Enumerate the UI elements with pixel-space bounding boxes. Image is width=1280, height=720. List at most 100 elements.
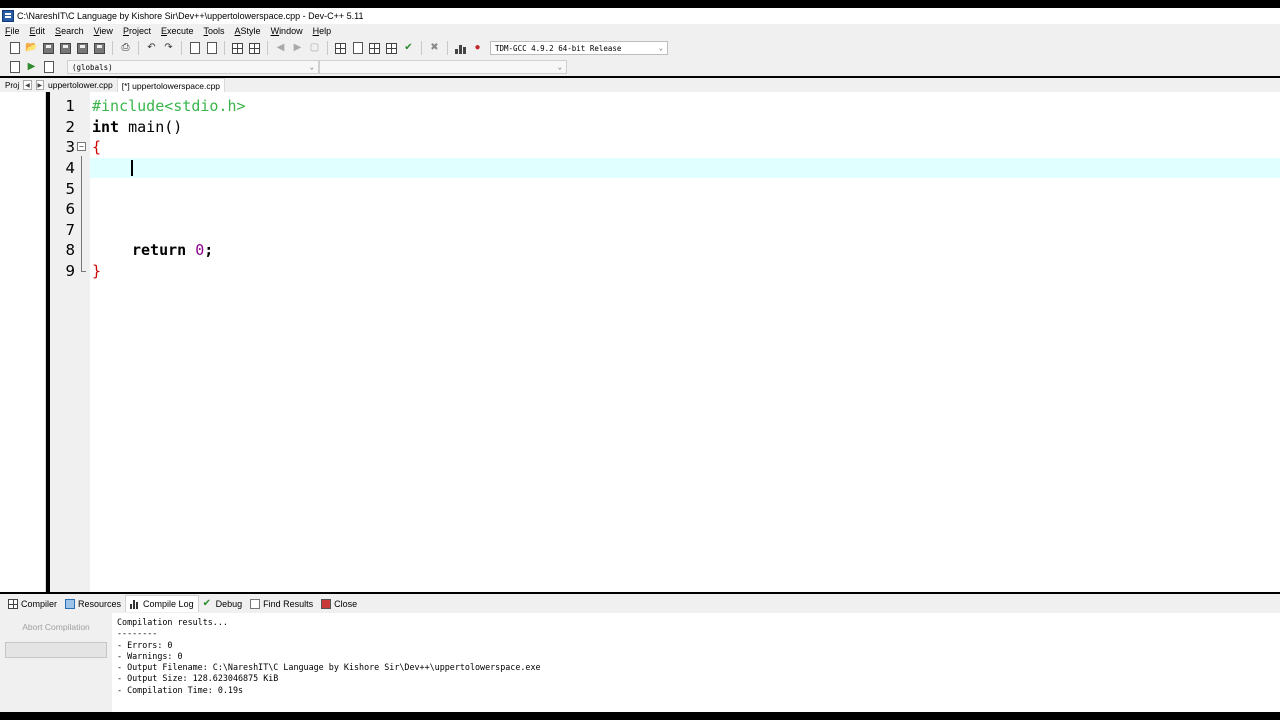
- redo-icon[interactable]: ↷: [162, 41, 176, 55]
- code-text: {: [92, 138, 102, 157]
- code-line[interactable]: 7: [50, 220, 1280, 241]
- tab-compiler[interactable]: Compiler: [4, 595, 61, 612]
- abort-compilation-button[interactable]: Abort Compilation: [5, 619, 107, 635]
- goto-bookmark-icon[interactable]: [42, 60, 56, 74]
- semicolon: ;: [204, 241, 214, 260]
- menu-search[interactable]: Search: [50, 26, 89, 36]
- file-tab-uppertolower[interactable]: uppertolower.cpp: [44, 78, 117, 92]
- code-text: #include<stdio.h>: [92, 97, 246, 116]
- line-number: 2: [65, 117, 75, 136]
- bookmark-icon[interactable]: ▢: [308, 41, 322, 55]
- code-editor[interactable]: 1 #include<stdio.h> 2 int main() 3 − { 4…: [50, 92, 1280, 592]
- close-file-icon[interactable]: [76, 41, 90, 55]
- tab-resources[interactable]: Resources: [61, 595, 125, 612]
- open-file-icon[interactable]: 📂: [25, 41, 39, 55]
- tab-close[interactable]: Close: [317, 595, 361, 612]
- goto-back-icon[interactable]: ◀: [274, 41, 288, 55]
- function-dropdown[interactable]: ⌄: [319, 60, 567, 74]
- code-line[interactable]: 6: [50, 199, 1280, 220]
- unindent-icon[interactable]: [248, 41, 262, 55]
- new-file-icon[interactable]: [8, 41, 22, 55]
- indent-icon[interactable]: [231, 41, 245, 55]
- project-panel[interactable]: [0, 92, 46, 592]
- toolbar-separator: [224, 41, 225, 55]
- run-icon[interactable]: [351, 41, 365, 55]
- menu-label: ile: [10, 26, 20, 36]
- goto-forward-icon[interactable]: ▶: [291, 41, 305, 55]
- code-line[interactable]: 1 #include<stdio.h>: [50, 96, 1280, 117]
- insert-icon[interactable]: [8, 60, 22, 74]
- chevron-down-icon: ⌄: [658, 44, 663, 52]
- stop-execution-icon[interactable]: ✖: [428, 41, 442, 55]
- menu-label: ools: [208, 26, 225, 36]
- resources-icon: [65, 598, 76, 609]
- menu-project[interactable]: Project: [118, 26, 156, 36]
- menu-astyle[interactable]: AStyle: [230, 26, 266, 36]
- toolbar-separator: [112, 41, 113, 55]
- close-all-icon[interactable]: [93, 41, 107, 55]
- code-line[interactable]: 8 return 0;: [50, 240, 1280, 261]
- line-number: 8: [65, 241, 75, 260]
- compiler-set-dropdown[interactable]: TDM-GCC 4.9.2 64-bit Release ⌄: [490, 41, 668, 55]
- syntax-check-icon[interactable]: ✔: [402, 41, 416, 55]
- code-line[interactable]: 2 int main(): [50, 117, 1280, 138]
- code-line[interactable]: 3 − {: [50, 137, 1280, 158]
- menu-edit[interactable]: Edit: [25, 26, 51, 36]
- save-all-icon[interactable]: [59, 41, 73, 55]
- tab-compile-log[interactable]: Compile Log: [125, 595, 199, 612]
- menu-label: xecute: [166, 26, 194, 36]
- scope-dropdown[interactable]: (globals) ⌄: [67, 60, 319, 74]
- profile-icon[interactable]: [454, 41, 468, 55]
- tab-find-results[interactable]: Find Results: [246, 595, 317, 612]
- scroll-right-icon[interactable]: ▶: [35, 80, 44, 90]
- scroll-left-icon[interactable]: ◀: [23, 80, 32, 90]
- find-icon[interactable]: [188, 41, 202, 55]
- menu-window[interactable]: Window: [266, 26, 308, 36]
- line-number: 1: [65, 97, 75, 116]
- bottom-tabs: Compiler Resources Compile Log ✔ Debug Fi…: [0, 594, 1280, 613]
- code-text: main(): [119, 117, 183, 136]
- undo-icon[interactable]: ↶: [145, 41, 159, 55]
- line-number: 3: [65, 138, 75, 157]
- number-literal: 0: [195, 241, 205, 260]
- current-line-highlight: [90, 157, 1280, 179]
- toggle-bookmark-icon[interactable]: ▶: [25, 60, 39, 74]
- code-line[interactable]: 5: [50, 178, 1280, 199]
- delete-profile-icon[interactable]: ●: [471, 41, 485, 55]
- replace-icon[interactable]: [205, 41, 219, 55]
- find-results-icon: [250, 598, 261, 609]
- compile-run-icon[interactable]: [368, 41, 382, 55]
- tab-debug[interactable]: ✔ Debug: [199, 595, 247, 612]
- code-line-current[interactable]: 4: [50, 157, 1280, 179]
- menu-file[interactable]: File: [0, 26, 25, 36]
- keyword: return: [132, 241, 187, 260]
- code-line[interactable]: 9 }: [50, 261, 1280, 282]
- log-line: - Compilation Time: 0.19s: [117, 684, 244, 695]
- menu-label: elp: [319, 26, 332, 36]
- fold-collapse-icon[interactable]: −: [77, 142, 86, 152]
- title-bar: C:\NareshIT\C Language by Kishore Sir\De…: [0, 8, 1280, 24]
- rebuild-all-icon[interactable]: [385, 41, 399, 55]
- project-panel-tab[interactable]: Proj ◀ ▶: [0, 78, 44, 92]
- menu-view[interactable]: View: [89, 26, 118, 36]
- project-tab-label: Proj: [5, 80, 20, 90]
- tabs-row: Proj ◀ ▶ uppertolower.cpp [*] uppertolow…: [0, 78, 1280, 92]
- compile-icon[interactable]: [334, 41, 348, 55]
- menu-tools[interactable]: Tools: [199, 26, 230, 36]
- file-tab-uppertolowerspace[interactable]: [*] uppertolowerspace.cpp: [116, 78, 226, 92]
- menu-help[interactable]: Help: [308, 26, 337, 36]
- bottom-panel: Compiler Resources Compile Log ✔ Debug Fi…: [0, 594, 1280, 712]
- menu-accelerator: W: [270, 26, 280, 36]
- tab-label: Debug: [215, 598, 243, 609]
- code-text: }: [92, 262, 102, 281]
- save-icon[interactable]: [42, 41, 56, 55]
- compile-log-output[interactable]: Compilation results... -------- - Errors: …: [112, 613, 1280, 712]
- main-toolbar: 📂 ⎙ ↶ ↷ ◀ ▶ ▢ ✔ ✖ ● TDM-GCC 4.9.2 64-bit…: [0, 38, 1280, 58]
- menu-execute[interactable]: Execute: [156, 26, 199, 36]
- tab-label: Compiler: [21, 598, 58, 609]
- chevron-down-icon: ⌄: [557, 63, 562, 71]
- print-icon[interactable]: ⎙: [119, 41, 133, 55]
- menu-label: iew: [99, 26, 113, 36]
- compile-log-chart-icon: [130, 599, 140, 609]
- toolbar-separator: [421, 41, 422, 55]
